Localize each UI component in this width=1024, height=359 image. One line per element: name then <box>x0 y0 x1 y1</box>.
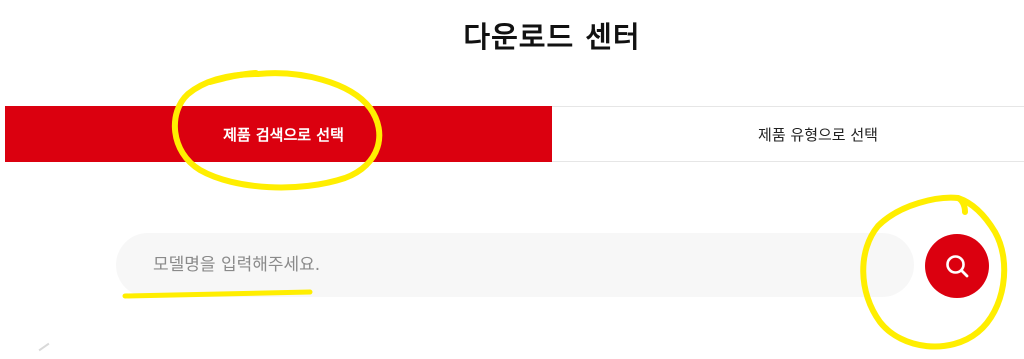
model-search-input[interactable] <box>116 233 914 297</box>
decorative-mark <box>38 342 50 352</box>
download-center-page: 다운로드 센터 제품 검색으로 선택 제품 유형으로 선택 <box>0 0 1024 359</box>
tab-search-by-product[interactable]: 제품 검색으로 선택 <box>5 106 552 162</box>
search-icon <box>946 255 969 278</box>
page-title: 다운로드 센터 <box>463 20 641 54</box>
search-box <box>116 233 914 297</box>
tab-search-by-type[interactable]: 제품 유형으로 선택 <box>552 107 1024 161</box>
search-button[interactable] <box>925 234 989 298</box>
selection-tabs: 제품 검색으로 선택 제품 유형으로 선택 <box>5 106 1024 162</box>
annotation-tick-tab <box>207 70 259 85</box>
annotation-tick-search-button <box>955 195 968 215</box>
